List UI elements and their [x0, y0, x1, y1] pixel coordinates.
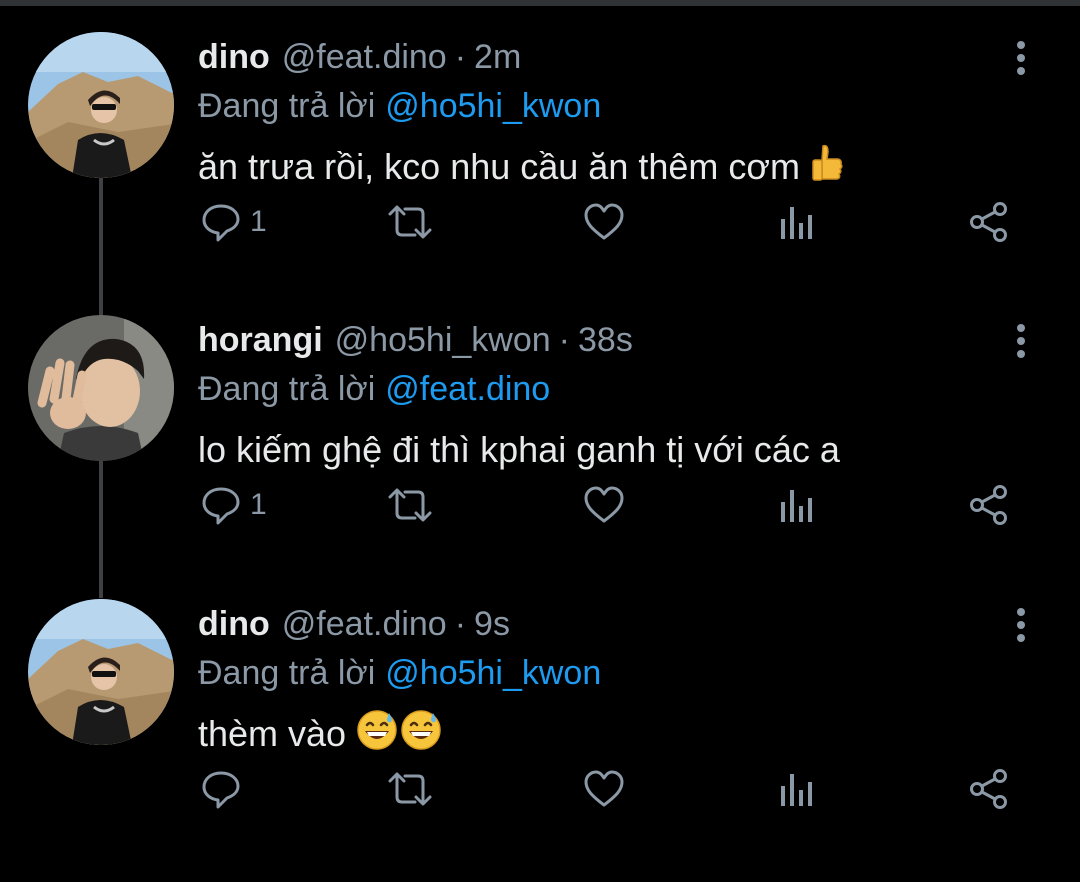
display-name[interactable]: dino: [198, 605, 270, 644]
grinning-sweat-emoji: [400, 709, 442, 760]
views-button[interactable]: [778, 767, 816, 811]
like-button[interactable]: [582, 767, 626, 811]
timestamp[interactable]: 38s: [578, 321, 633, 360]
tweet-text-content: lo kiếm ghệ đi thì kphai ganh tị với các…: [198, 429, 840, 470]
tweet-header: dino @feat.dino · 9s: [198, 599, 510, 649]
replying-label: Đang trả lời: [198, 86, 376, 125]
analytics-icon: [781, 207, 812, 239]
like-button[interactable]: [582, 200, 626, 244]
share-icon: [970, 202, 1007, 242]
analytics-icon: [781, 774, 812, 806]
more-icon: [1017, 41, 1025, 75]
avatar-dino[interactable]: [28, 599, 174, 745]
retweet-button[interactable]: [385, 200, 435, 244]
share-button[interactable]: [968, 483, 1010, 527]
more-icon: [1017, 324, 1025, 358]
share-button[interactable]: [968, 200, 1010, 244]
share-icon: [970, 769, 1007, 809]
like-button[interactable]: [582, 483, 626, 527]
tweet-text: thèm vào: [198, 709, 442, 759]
heart-icon: [584, 203, 624, 240]
reply-count: 1: [250, 488, 267, 521]
tweet-actions: 1: [0, 483, 1080, 527]
more-options-button[interactable]: [1004, 605, 1038, 645]
reply-icon: [202, 487, 240, 525]
heart-icon: [584, 770, 624, 807]
top-divider: [0, 0, 1080, 6]
tweet-header: horangi @ho5hi_kwon · 38s: [198, 315, 633, 365]
reply-count: 1: [250, 205, 267, 238]
heart-icon: [584, 486, 624, 523]
views-button[interactable]: [778, 483, 816, 527]
retweet-icon: [388, 205, 432, 239]
mention-link[interactable]: @ho5hi_kwon: [385, 87, 601, 126]
analytics-icon: [781, 490, 812, 522]
tweet[interactable]: horangi @ho5hi_kwon · 38s Đang trả lời @…: [0, 315, 1080, 598]
tweet-header: dino @feat.dino · 2m: [198, 32, 521, 82]
timestamp[interactable]: 9s: [474, 605, 510, 644]
reply-button[interactable]: 1: [200, 200, 267, 244]
mention-link[interactable]: @ho5hi_kwon: [385, 654, 601, 693]
reply-icon: [202, 771, 240, 809]
reply-button[interactable]: 1: [200, 483, 267, 527]
user-handle[interactable]: @ho5hi_kwon: [335, 321, 551, 360]
tweet-text-content: thèm vào: [198, 713, 347, 754]
tweet-actions: 1: [0, 200, 1080, 244]
replying-to: Đang trả lời @ho5hi_kwon: [198, 82, 601, 130]
tweet[interactable]: dino @feat.dino · 9s Đang trả lời @ho5hi…: [0, 599, 1080, 882]
retweet-button[interactable]: [385, 767, 435, 811]
mention-link[interactable]: @feat.dino: [385, 370, 550, 409]
separator-dot: ·: [558, 320, 570, 359]
timestamp[interactable]: 2m: [474, 38, 521, 77]
separator-dot: ·: [454, 604, 467, 643]
grinning-sweat-emoji: [356, 709, 398, 760]
share-icon: [970, 485, 1007, 525]
views-button[interactable]: [778, 200, 816, 244]
tweet-text-content: ăn trưa rồi, kco nhu cầu ăn thêm cơm: [198, 146, 800, 187]
retweet-icon: [388, 772, 432, 806]
more-options-button[interactable]: [1004, 321, 1038, 361]
tweet-actions: [0, 767, 1080, 811]
tweet-text: lo kiếm ghệ đi thì kphai ganh tị với các…: [198, 425, 840, 475]
display-name[interactable]: horangi: [198, 321, 323, 360]
thumbs-up-emoji: [810, 142, 844, 193]
avatar-dino[interactable]: [28, 32, 174, 178]
retweet-button[interactable]: [385, 483, 435, 527]
tweet[interactable]: dino @feat.dino · 2m Đang trả lời @ho5hi…: [0, 32, 1080, 315]
more-icon: [1017, 608, 1025, 642]
user-handle[interactable]: @feat.dino: [282, 38, 447, 77]
tweet-text: ăn trưa rồi, kco nhu cầu ăn thêm cơm: [198, 142, 844, 192]
display-name[interactable]: dino: [198, 38, 270, 77]
reply-icon: [202, 204, 240, 242]
user-handle[interactable]: @feat.dino: [282, 605, 447, 644]
avatar-horangi[interactable]: [28, 315, 174, 461]
more-options-button[interactable]: [1004, 38, 1038, 78]
reply-button[interactable]: [200, 767, 250, 811]
share-button[interactable]: [968, 767, 1010, 811]
replying-label: Đang trả lời: [198, 653, 376, 692]
retweet-icon: [388, 488, 432, 522]
replying-to: Đang trả lời @feat.dino: [198, 365, 550, 413]
replying-label: Đang trả lời: [198, 369, 376, 408]
separator-dot: ·: [454, 37, 467, 76]
replying-to: Đang trả lời @ho5hi_kwon: [198, 649, 601, 697]
